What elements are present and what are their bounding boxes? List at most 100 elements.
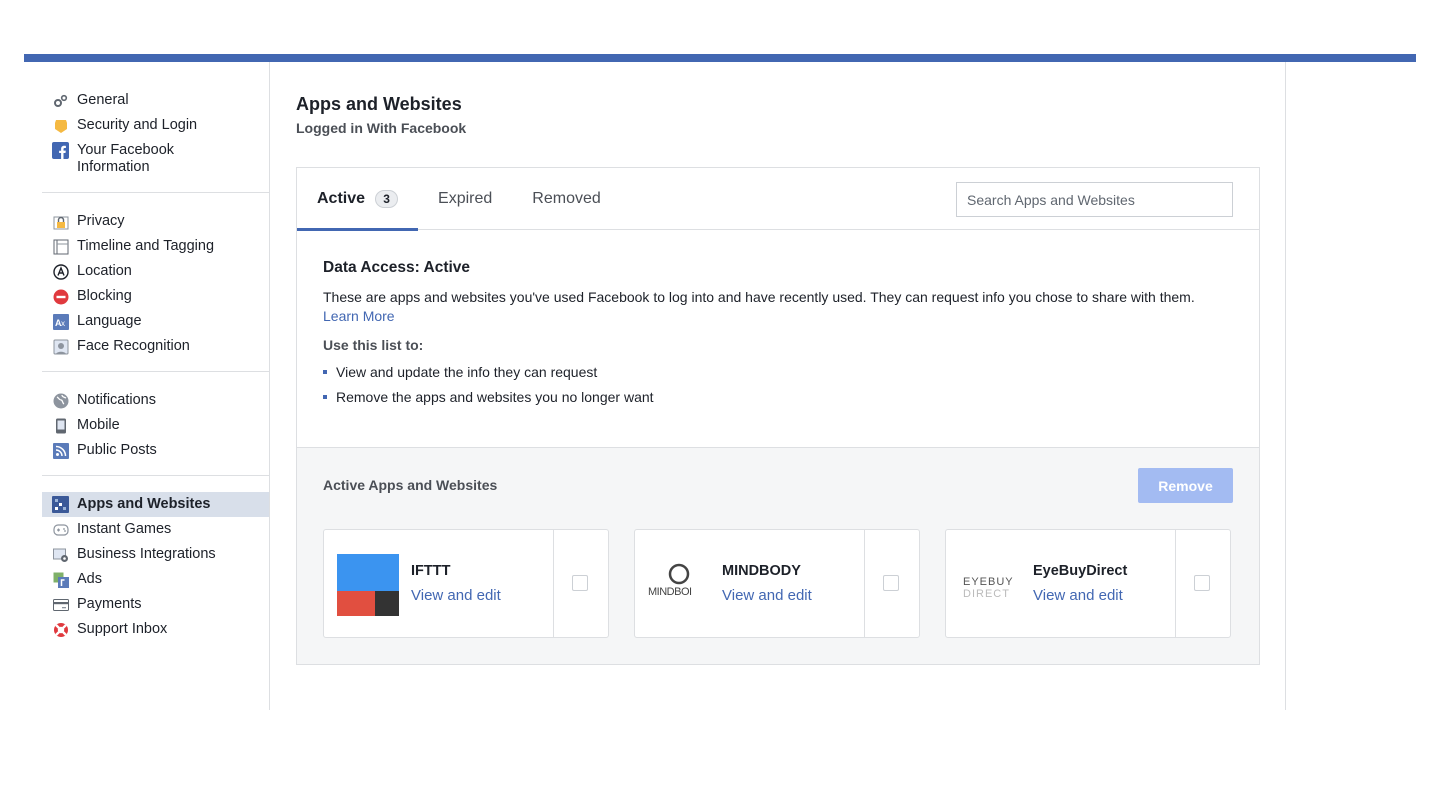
data-access-description: These are apps and websites you've used … bbox=[323, 288, 1223, 326]
sidebar-item-label: Location bbox=[77, 263, 132, 279]
tab-label: Expired bbox=[438, 190, 493, 207]
sidebar-item-mobile[interactable]: Mobile bbox=[42, 413, 269, 438]
app-card-eyebuydirect: EYEBUY DIRECT EyeBuyDirect View and edit bbox=[945, 529, 1231, 638]
card-divider bbox=[1175, 530, 1176, 637]
sidebar-item-label: Face Recognition bbox=[77, 338, 190, 354]
settings-sidebar: General Security and Login Your Facebook… bbox=[42, 86, 269, 710]
location-icon bbox=[52, 263, 69, 280]
logo-text-line: EYEBUY bbox=[963, 576, 1014, 588]
top-bar bbox=[24, 54, 1416, 62]
sidebar-item-face-recognition[interactable]: Face Recognition bbox=[42, 334, 269, 359]
sidebar-item-label: Ads bbox=[77, 571, 102, 587]
sidebar-item-label: Instant Games bbox=[77, 521, 172, 537]
gears-icon bbox=[52, 92, 69, 109]
view-and-edit-link[interactable]: View and edit bbox=[722, 587, 812, 604]
tab-bar: Active 3 Expired Removed bbox=[297, 168, 1259, 231]
svg-text:x: x bbox=[61, 319, 65, 328]
facebook-icon bbox=[52, 142, 69, 159]
blocking-icon bbox=[52, 288, 69, 305]
sidebar-item-label: Business Integrations bbox=[77, 546, 216, 562]
sidebar-item-privacy[interactable]: Privacy bbox=[42, 209, 269, 234]
lock-icon bbox=[52, 213, 69, 230]
sidebar-item-label: Apps and Websites bbox=[77, 496, 211, 512]
sidebar-item-your-information[interactable]: Your Facebook Information bbox=[42, 138, 269, 180]
tab-removed[interactable]: Removed bbox=[512, 168, 620, 230]
globe-icon bbox=[52, 392, 69, 409]
face-icon bbox=[52, 338, 69, 355]
sidebar-separator bbox=[42, 192, 269, 193]
sidebar-item-business-integrations[interactable]: Business Integrations bbox=[42, 542, 269, 567]
sidebar-item-payments[interactable]: Payments bbox=[42, 592, 269, 617]
page-title: Apps and Websites bbox=[296, 94, 462, 114]
sidebar-item-instant-games[interactable]: Instant Games bbox=[42, 517, 269, 542]
apps-panel: Active 3 Expired Removed Data Access: Ac… bbox=[296, 167, 1260, 665]
sidebar-item-support-inbox[interactable]: Support Inbox bbox=[42, 617, 269, 642]
view-and-edit-link[interactable]: View and edit bbox=[1033, 587, 1123, 604]
sidebar-group-notifications: Notifications Mobile Public Posts bbox=[42, 386, 269, 473]
mindbody-logo-text: MINDBOI bbox=[648, 586, 692, 598]
sidebar-group-apps: Apps and Websites Instant Games Business… bbox=[42, 490, 269, 652]
search-input[interactable] bbox=[956, 182, 1233, 217]
tab-label: Active bbox=[317, 190, 366, 207]
ifttt-logo bbox=[337, 554, 399, 616]
select-checkbox[interactable] bbox=[572, 575, 588, 591]
app-name: IFTTT bbox=[411, 563, 451, 579]
sidebar-separator bbox=[42, 371, 269, 372]
language-icon: Ax bbox=[52, 313, 69, 330]
sidebar-item-timeline[interactable]: Timeline and Tagging bbox=[42, 234, 269, 259]
sidebar-item-label: Public Posts bbox=[77, 442, 157, 458]
sidebar-item-ads[interactable]: Ads bbox=[42, 567, 269, 592]
badge-icon bbox=[52, 117, 69, 134]
sidebar-item-label: General bbox=[77, 92, 129, 108]
lifebuoy-icon bbox=[52, 621, 69, 638]
sidebar-item-public-posts[interactable]: Public Posts bbox=[42, 438, 269, 463]
learn-more-link[interactable]: Learn More bbox=[323, 308, 395, 324]
active-apps-section: Active Apps and Websites Remove IFTTT Vi… bbox=[297, 447, 1259, 664]
rss-icon bbox=[52, 442, 69, 459]
business-icon bbox=[52, 546, 69, 563]
app-name: MINDBODY bbox=[722, 563, 801, 579]
sidebar-item-label: Blocking bbox=[77, 288, 132, 304]
remove-button[interactable]: Remove bbox=[1138, 468, 1233, 503]
sidebar-group-account: General Security and Login Your Facebook… bbox=[42, 86, 269, 190]
page-subtitle: Logged in With Facebook bbox=[296, 120, 467, 136]
sidebar-separator bbox=[42, 475, 269, 476]
page-header: Apps and Websites Logged in With Faceboo… bbox=[296, 90, 1260, 138]
sidebar-item-label: Language bbox=[77, 313, 142, 329]
sidebar-item-security[interactable]: Security and Login bbox=[42, 113, 269, 138]
active-apps-heading: Active Apps and Websites bbox=[323, 477, 498, 493]
eyebuydirect-logo: EYEBUY DIRECT bbox=[959, 554, 1021, 616]
count-badge: 3 bbox=[375, 190, 399, 208]
app-name: EyeBuyDirect bbox=[1033, 563, 1128, 579]
sidebar-item-apps-and-websites[interactable]: Apps and Websites bbox=[42, 492, 269, 517]
sidebar-item-label: Notifications bbox=[77, 392, 156, 408]
sidebar-item-general[interactable]: General bbox=[42, 88, 269, 113]
tab-active[interactable]: Active 3 bbox=[297, 168, 419, 231]
app-card-ifttt: IFTTT View and edit bbox=[323, 529, 609, 638]
app-card-mindbody: MINDBOI MINDBODY View and edit bbox=[634, 529, 920, 638]
sidebar-item-language[interactable]: Ax Language bbox=[42, 309, 269, 334]
mobile-icon bbox=[52, 417, 69, 434]
mindbody-logo: MINDBOI bbox=[648, 554, 710, 616]
eyebuydirect-logo-text: EYEBUY DIRECT bbox=[963, 576, 1014, 600]
sidebar-item-label: Privacy bbox=[77, 213, 125, 229]
card-divider bbox=[864, 530, 865, 637]
select-checkbox[interactable] bbox=[1194, 575, 1210, 591]
sidebar-item-label: Your Facebook Information bbox=[77, 142, 175, 175]
description-text: These are apps and websites you've used … bbox=[323, 289, 1195, 305]
sidebar-item-label: Mobile bbox=[77, 417, 120, 433]
sidebar-item-notifications[interactable]: Notifications bbox=[42, 388, 269, 413]
sidebar-item-label: Support Inbox bbox=[77, 621, 168, 637]
sidebar-group-privacy: Privacy Timeline and Tagging Location Bl… bbox=[42, 207, 269, 369]
apps-icon bbox=[52, 496, 69, 513]
timeline-icon bbox=[52, 238, 69, 255]
ads-icon bbox=[52, 571, 69, 588]
sidebar-item-blocking[interactable]: Blocking bbox=[42, 284, 269, 309]
tab-label: Removed bbox=[532, 190, 601, 207]
data-access-title: Data Access: Active bbox=[323, 259, 471, 276]
tab-expired[interactable]: Expired bbox=[418, 168, 512, 230]
select-checkbox[interactable] bbox=[883, 575, 899, 591]
view-and-edit-link[interactable]: View and edit bbox=[411, 587, 501, 604]
use-list: View and update the info they can reques… bbox=[323, 360, 1233, 410]
sidebar-item-location[interactable]: Location bbox=[42, 259, 269, 284]
